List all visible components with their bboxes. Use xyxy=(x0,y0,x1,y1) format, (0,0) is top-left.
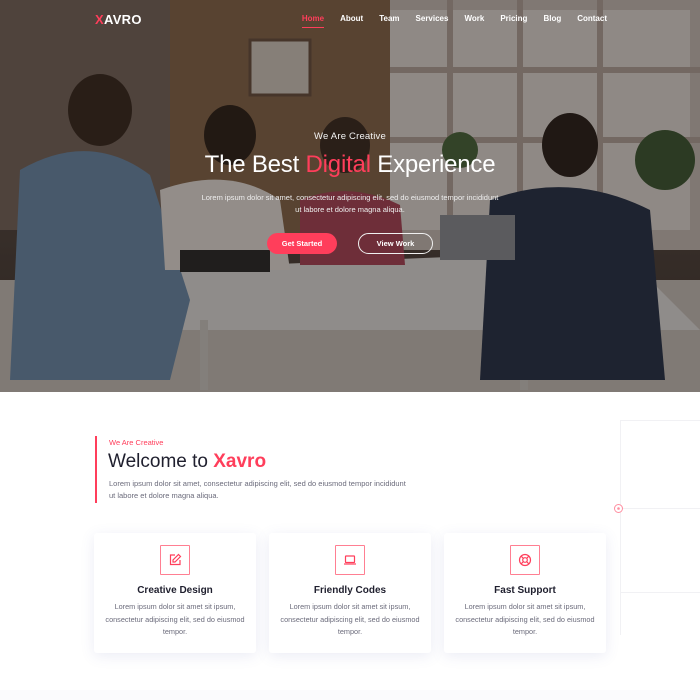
hero-eyebrow: We Are Creative xyxy=(314,131,386,142)
service-card-friendly-codes: Friendly Codes Lorem ipsum dolor sit ame… xyxy=(269,533,431,653)
hero-title-after: Experience xyxy=(370,151,496,178)
decor-circle-icon xyxy=(614,504,623,513)
about-title: Welcome to Xavro xyxy=(108,451,266,473)
lifebuoy-icon xyxy=(510,545,540,575)
logo[interactable]: XAVRO xyxy=(95,12,142,27)
page: We Are Creative The Best Digital Experie… xyxy=(0,0,700,700)
nav-work[interactable]: Work xyxy=(464,14,484,28)
service-card-creative-design: Creative Design Lorem ipsum dolor sit am… xyxy=(94,533,256,653)
decor-line xyxy=(620,420,621,635)
decor-line xyxy=(620,420,700,421)
navbar: XAVRO Home About Team Services Work Pric… xyxy=(0,0,700,40)
nav-blog[interactable]: Blog xyxy=(543,14,561,28)
service-text: Lorem ipsum dolor sit amet sit ipsum, co… xyxy=(455,602,595,636)
nav-contact[interactable]: Contact xyxy=(577,14,607,28)
service-text: Lorem ipsum dolor sit amet sit ipsum, co… xyxy=(105,602,245,636)
nav-services[interactable]: Services xyxy=(416,14,449,28)
nav-pricing[interactable]: Pricing xyxy=(500,14,527,28)
service-title: Friendly Codes xyxy=(313,585,387,596)
nav-about[interactable]: About xyxy=(340,14,363,28)
hero-title-before: The Best xyxy=(204,151,306,178)
main-menu: Home About Team Services Work Pricing Bl… xyxy=(286,14,607,28)
hero-title: The Best Digital Experience xyxy=(0,151,700,179)
hero-title-highlight: Digital xyxy=(305,151,371,178)
about-kicker: We Are Creative xyxy=(109,438,164,447)
logo-mark: X xyxy=(95,12,104,27)
about-title-highlight: Xavro xyxy=(213,451,267,472)
laptop-icon xyxy=(335,545,365,575)
edit-icon xyxy=(160,545,190,575)
service-title: Creative Design xyxy=(137,585,213,596)
hero-subtitle: Lorem ipsum dolor sit amet, consectetur … xyxy=(201,193,499,214)
hero-content: We Are Creative The Best Digital Experie… xyxy=(0,131,700,254)
decor-line xyxy=(620,508,700,509)
nav-team[interactable]: Team xyxy=(379,14,399,28)
service-title: Fast Support xyxy=(494,585,556,596)
about-description: Lorem ipsum dolor sit amet, consectetur … xyxy=(109,479,406,500)
service-card-fast-support: Fast Support Lorem ipsum dolor sit amet … xyxy=(444,533,606,653)
bottom-strip xyxy=(0,690,700,700)
get-started-button[interactable]: Get Started xyxy=(267,233,337,254)
accent-bar xyxy=(95,436,97,503)
nav-home[interactable]: Home xyxy=(301,14,325,28)
hero-section: We Are Creative The Best Digital Experie… xyxy=(0,0,700,392)
decor-line xyxy=(620,592,700,593)
service-text: Lorem ipsum dolor sit amet sit ipsum, co… xyxy=(280,602,420,636)
hero-cta-group: Get Started View Work xyxy=(0,233,700,254)
logo-text: AVRO xyxy=(103,12,142,27)
view-work-button[interactable]: View Work xyxy=(358,233,433,254)
about-title-before: Welcome to xyxy=(108,451,214,472)
